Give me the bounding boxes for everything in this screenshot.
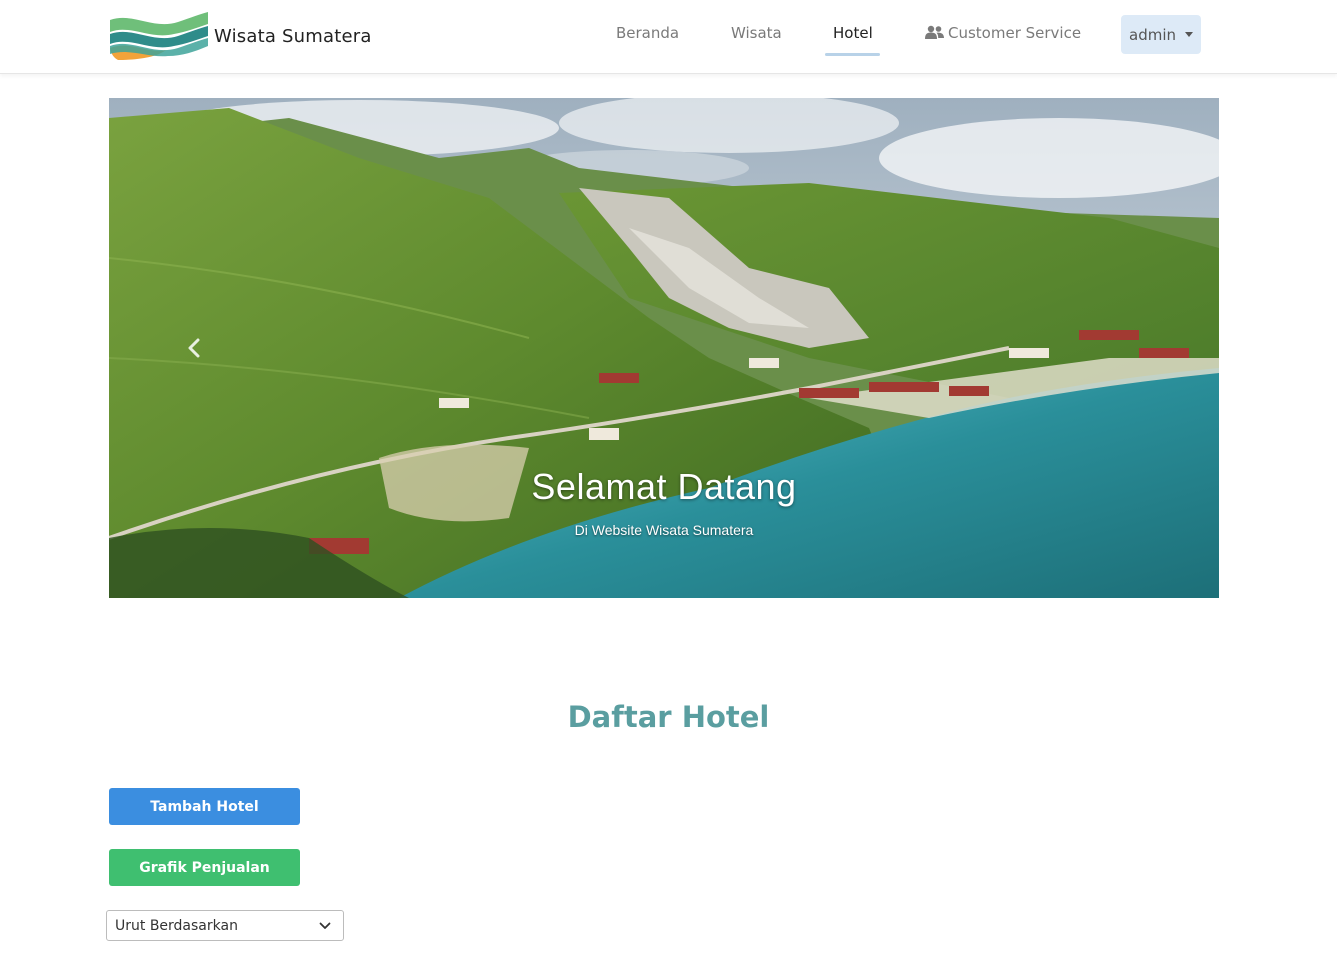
users-icon xyxy=(925,25,944,39)
user-menu-button[interactable]: admin xyxy=(1121,15,1201,54)
nav-item-customer-service[interactable]: Customer Service xyxy=(925,24,1081,42)
hero-subtitle: Di Website Wisata Sumatera xyxy=(574,522,754,538)
wave-logo-icon xyxy=(110,12,208,60)
sales-chart-button[interactable]: Grafik Penjualan xyxy=(109,849,300,886)
hero-carousel: Selamat Datang Di Website Wisata Sumater… xyxy=(109,98,1219,598)
nav-item-beranda[interactable]: Beranda xyxy=(616,24,679,42)
active-nav-indicator xyxy=(825,53,880,56)
sort-select-value: Urut Berdasarkan xyxy=(115,917,238,934)
brand-name: Wisata Sumatera xyxy=(214,25,372,47)
sort-select[interactable]: Urut Berdasarkan xyxy=(106,910,344,941)
nav-item-customer-service-label: Customer Service xyxy=(948,24,1082,42)
navbar: Wisata Sumatera Beranda Wisata Hotel Cus… xyxy=(0,0,1337,74)
nav-item-hotel[interactable]: Hotel xyxy=(833,24,873,42)
user-menu-label: admin xyxy=(1129,25,1176,44)
chevron-down-icon xyxy=(319,922,331,929)
nav-item-wisata[interactable]: Wisata xyxy=(731,24,782,42)
caret-down-icon xyxy=(1185,32,1193,37)
section-title: Daftar Hotel xyxy=(567,700,770,734)
brand[interactable]: Wisata Sumatera xyxy=(108,10,372,62)
carousel-prev-button[interactable] xyxy=(179,333,209,363)
chevron-left-icon xyxy=(188,338,200,358)
hero-title: Selamat Datang xyxy=(531,466,797,507)
add-hotel-button[interactable]: Tambah Hotel xyxy=(109,788,300,825)
